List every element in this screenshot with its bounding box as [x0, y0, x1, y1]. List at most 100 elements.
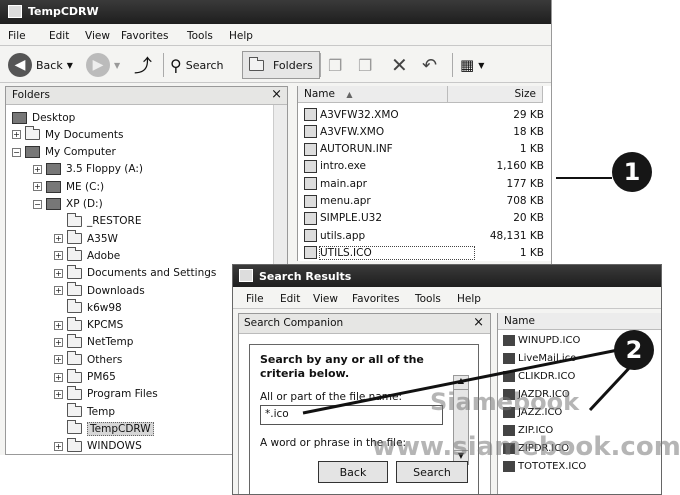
- expand-icon[interactable]: +: [54, 355, 63, 365]
- result-row[interactable]: WINUPD.ICO: [503, 333, 580, 348]
- file-row[interactable]: intro.exe 1,160 KB: [304, 158, 544, 175]
- menu-view[interactable]: View: [85, 30, 110, 42]
- expand-icon[interactable]: +: [54, 441, 63, 451]
- tree-item[interactable]: + Documents and Settings: [54, 264, 216, 282]
- move-to-button[interactable]: ❐: [328, 51, 342, 79]
- file-row[interactable]: utils.app 48,131 KB: [304, 227, 544, 244]
- file-row[interactable]: menu.apr 708 KB: [304, 193, 544, 210]
- expand-icon[interactable]: +: [54, 320, 63, 330]
- expand-icon[interactable]: +: [54, 286, 63, 295]
- file-row[interactable]: SIMPLE.U32 20 KB: [304, 210, 544, 227]
- tree-item[interactable]: − XP (D:): [33, 196, 103, 213]
- expand-icon[interactable]: +: [54, 234, 63, 244]
- expand-icon[interactable]: +: [54, 372, 63, 382]
- tree-item-label: _RESTORE: [87, 215, 142, 228]
- tree-item[interactable]: + Adobe: [54, 247, 120, 264]
- search-button-label: Search: [185, 58, 224, 72]
- expand-icon[interactable]: +: [54, 251, 63, 261]
- tree-item[interactable]: − My Computer: [12, 144, 116, 161]
- search-menu-view[interactable]: View: [313, 293, 338, 305]
- search-title-bar[interactable]: Search Results: [233, 265, 661, 287]
- file-icon: [304, 211, 317, 225]
- toolbar-separator: [452, 53, 453, 77]
- expand-icon[interactable]: +: [33, 182, 42, 192]
- search-button[interactable]: ⚲ Search: [170, 51, 224, 79]
- result-row[interactable]: CLIKDR.ICO: [503, 369, 575, 384]
- undo-button[interactable]: ↶: [422, 51, 437, 79]
- search-menu-file[interactable]: File: [246, 293, 264, 305]
- tree-item[interactable]: TempCDRW: [54, 420, 154, 437]
- tree-item[interactable]: Temp: [54, 403, 115, 420]
- tree-item[interactable]: + PM65: [54, 368, 116, 386]
- result-row[interactable]: LiveMail.ico: [503, 351, 576, 366]
- tree-item[interactable]: + Others: [54, 351, 122, 368]
- search-window-title: Search Results: [259, 270, 352, 283]
- collapse-icon[interactable]: −: [12, 147, 21, 157]
- views-button[interactable]: ▦ ▼: [460, 51, 484, 79]
- search-menu-tools[interactable]: Tools: [415, 293, 441, 305]
- menu-favorites[interactable]: Favorites: [121, 30, 168, 42]
- folder-icon: [67, 316, 82, 331]
- tree-item[interactable]: Desktop: [12, 109, 75, 126]
- tree-item-label: XP (D:): [66, 198, 103, 210]
- menu-tools[interactable]: Tools: [187, 30, 213, 42]
- size-column-header[interactable]: Size: [448, 86, 543, 103]
- tree-item-label: PM65: [87, 371, 116, 383]
- file-row[interactable]: AUTORUN.INF 1 KB: [304, 141, 544, 158]
- back-button[interactable]: ◀ Back ▼: [8, 51, 73, 79]
- tree-item[interactable]: + Program Files: [54, 385, 158, 403]
- callout-2-badge: 2: [614, 330, 654, 370]
- search-menu-favorites[interactable]: Favorites: [352, 293, 399, 305]
- search-submit-button[interactable]: Search: [396, 461, 468, 483]
- file-icon: [304, 159, 317, 173]
- file-list-pane: Name ▲ Size A3VFW32.XMO 29 KB A3VFW.XMO 18 …: [297, 86, 551, 261]
- collapse-icon[interactable]: −: [33, 199, 42, 209]
- name-column-header[interactable]: Name ▲: [298, 86, 448, 103]
- expand-icon[interactable]: +: [54, 389, 63, 399]
- tree-item[interactable]: + NetTemp: [54, 333, 133, 351]
- search-menu-edit[interactable]: Edit: [280, 293, 300, 305]
- file-name: AUTORUN.INF: [320, 143, 393, 156]
- tree-item[interactable]: +3.5 Floppy (A:): [33, 161, 143, 178]
- copy-to-button[interactable]: ❐: [358, 51, 372, 79]
- file-row[interactable]: A3VFW.XMO 18 KB: [304, 123, 544, 140]
- search-menu-help[interactable]: Help: [457, 293, 481, 305]
- delete-button[interactable]: ✕: [391, 51, 408, 79]
- tree-item[interactable]: + WINDOWS: [54, 437, 142, 454]
- forward-button[interactable]: ▶ ▼: [86, 51, 120, 79]
- folders-button[interactable]: Folders: [242, 51, 320, 79]
- file-row[interactable]: main.apr 177 KB: [304, 175, 544, 192]
- file-size: 18 KB: [513, 125, 544, 138]
- results-name-column-header[interactable]: Name: [498, 313, 661, 330]
- search-criteria-heading: Search by any or all of the criteria bel…: [260, 353, 424, 380]
- explorer-title: TempCDRW: [28, 5, 99, 18]
- expand-icon[interactable]: +: [12, 130, 21, 140]
- menu-help[interactable]: Help: [229, 30, 253, 42]
- tree-item[interactable]: + ME (C:): [33, 178, 104, 195]
- close-companion-icon[interactable]: ×: [473, 315, 484, 330]
- tree-item[interactable]: + My Documents: [12, 126, 123, 143]
- up-folder-button[interactable]: ⤴: [134, 51, 152, 79]
- expand-icon[interactable]: +: [54, 268, 63, 278]
- close-folders-pane-icon[interactable]: ×: [271, 87, 282, 102]
- menu-edit[interactable]: Edit: [49, 30, 69, 42]
- file-row[interactable]: UTILS.ICO 1 KB: [304, 244, 544, 261]
- back-button-companion[interactable]: Back: [318, 461, 388, 483]
- forward-arrow-icon: ▶: [86, 53, 110, 77]
- tree-item[interactable]: _RESTORE: [54, 212, 142, 230]
- expand-icon[interactable]: +: [54, 337, 63, 347]
- file-name: intro.exe: [320, 160, 366, 173]
- expand-icon[interactable]: +: [33, 164, 42, 174]
- tree-item[interactable]: k6w98: [54, 299, 122, 316]
- tree-item[interactable]: + Downloads: [54, 282, 145, 299]
- tree-item[interactable]: + A35W: [54, 230, 118, 247]
- menu-file[interactable]: File: [8, 30, 26, 42]
- file-icon: [304, 246, 317, 260]
- file-row[interactable]: A3VFW32.XMO 29 KB: [304, 106, 544, 123]
- file-icon: [304, 142, 317, 156]
- explorer-title-bar[interactable]: TempCDRW: [0, 0, 551, 24]
- search-companion-header: Search Companion ×: [239, 314, 490, 334]
- tree-item[interactable]: + KPCMS: [54, 316, 123, 334]
- file-name-input[interactable]: *.ico: [260, 405, 443, 425]
